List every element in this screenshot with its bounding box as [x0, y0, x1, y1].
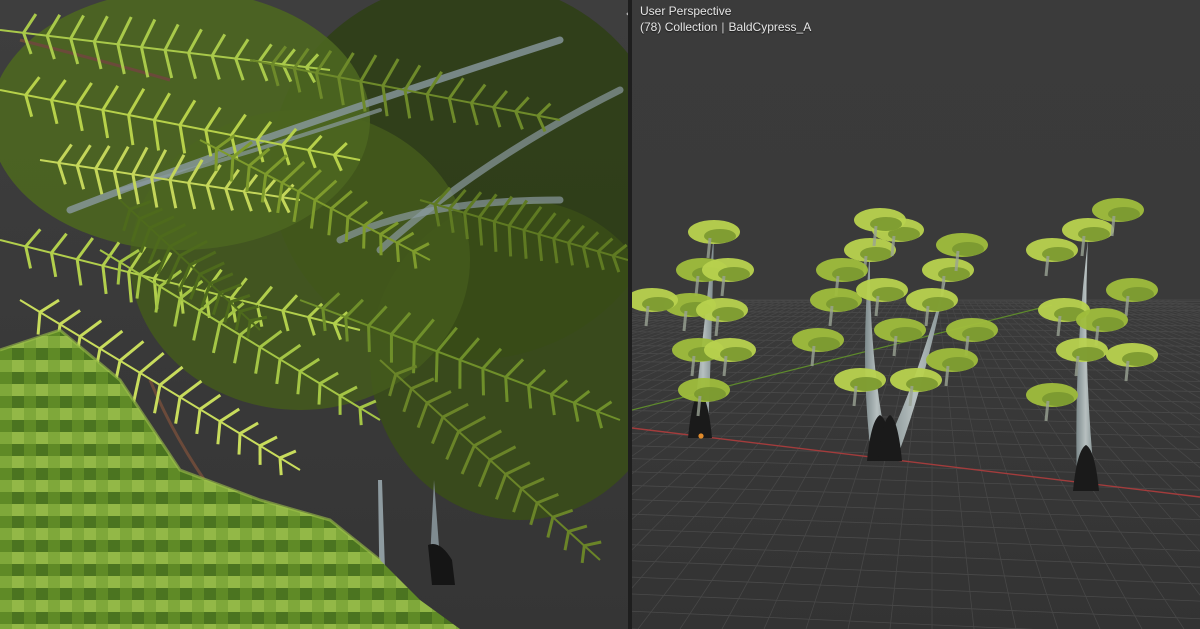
area-split-handle[interactable]: ‹›: [621, 6, 628, 22]
viewport-left[interactable]: ‹›: [0, 0, 628, 629]
active-object-name: BaldCypress_A: [728, 20, 812, 34]
viewport-info-overlay: User Perspective (78) Collection | BaldCyp…: [640, 3, 811, 35]
view-name-label: User Perspective: [640, 4, 732, 18]
collection-name: Collection: [664, 20, 718, 34]
blender-app: ‹›: [0, 0, 1200, 629]
scene-render: [632, 0, 1200, 629]
separator-bar: |: [721, 20, 725, 34]
object-origin-marker: [698, 433, 704, 439]
object-info-label: (78) Collection | BaldCypress_A: [640, 19, 811, 35]
frame-number: (78): [640, 20, 662, 34]
foliage-closeup-render: [0, 0, 628, 629]
viewport-right[interactable]: User Perspective (78) Collection | BaldCyp…: [632, 0, 1200, 629]
